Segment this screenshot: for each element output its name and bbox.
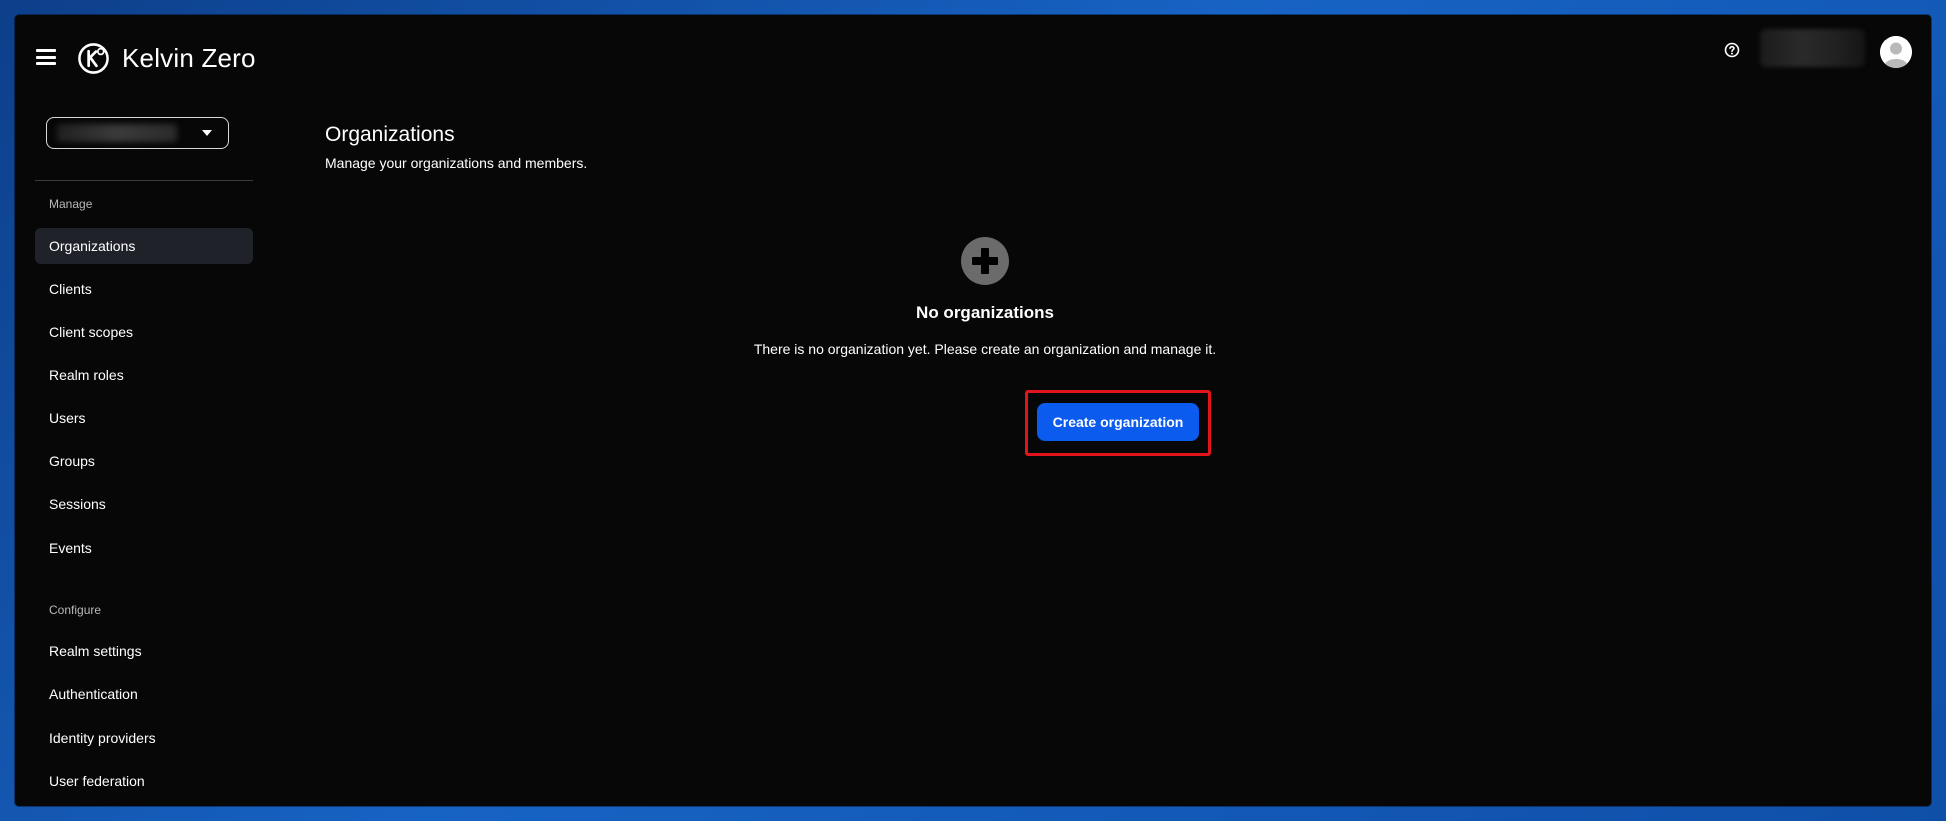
sidebar-item-sessions[interactable]: Sessions	[35, 486, 253, 522]
sidebar-section-configure: Configure	[49, 603, 102, 617]
kelvin-zero-logo-icon	[78, 42, 109, 74]
sidebar-divider	[35, 180, 253, 181]
sidebar-item-realm-settings[interactable]: Realm settings	[35, 633, 253, 669]
empty-state-description: There is no organization yet. Please cre…	[753, 341, 1217, 357]
empty-state-title: No organizations	[916, 303, 1054, 322]
page-title: Organizations	[325, 123, 455, 146]
app-window: Kelvin Zero Manage Organizations Clients…	[15, 15, 1931, 806]
user-avatar-icon[interactable]	[1880, 36, 1912, 68]
empty-state: No organizations There is no organizatio…	[605, 237, 1365, 357]
realm-selector[interactable]	[46, 117, 229, 149]
plus-circle-icon	[961, 237, 1009, 285]
sidebar-item-user-federation[interactable]: User federation	[35, 763, 253, 799]
realm-name-redacted	[57, 124, 177, 142]
sidebar-item-organizations[interactable]: Organizations	[35, 228, 253, 264]
sidebar-item-users[interactable]: Users	[35, 400, 253, 436]
sidebar-item-realm-roles[interactable]: Realm roles	[35, 357, 253, 393]
brand-logo[interactable]: Kelvin Zero	[77, 41, 256, 75]
sidebar-item-client-scopes[interactable]: Client scopes	[35, 314, 253, 350]
page-subtitle: Manage your organizations and members.	[325, 155, 588, 171]
sidebar-section-manage: Manage	[49, 197, 93, 211]
sidebar-item-clients[interactable]: Clients	[35, 271, 253, 307]
question-circle-icon[interactable]	[1724, 42, 1740, 58]
brand-name: Kelvin Zero	[122, 42, 256, 73]
caret-down-icon	[202, 130, 212, 136]
sidebar-item-authentication[interactable]: Authentication	[35, 676, 253, 712]
sidebar-item-groups[interactable]: Groups	[35, 443, 253, 479]
create-organization-button[interactable]: Create organization	[1037, 403, 1199, 441]
sidebar-item-events[interactable]: Events	[35, 530, 253, 566]
hamburger-icon[interactable]	[36, 49, 56, 65]
sidebar-item-identity-providers[interactable]: Identity providers	[35, 720, 253, 756]
user-menu-toggle[interactable]	[1760, 29, 1865, 67]
